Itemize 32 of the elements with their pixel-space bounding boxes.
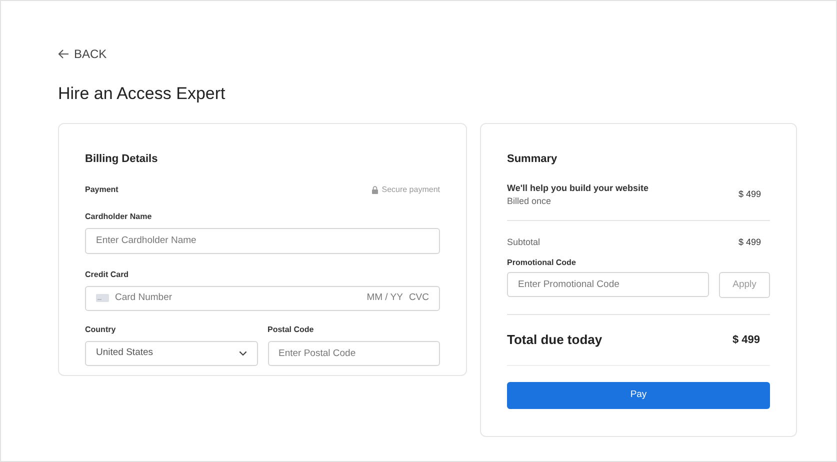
item-price: $ 499 [738,188,761,202]
card-number-input[interactable]: Card Number [115,290,367,306]
field-label: Payment [85,184,118,196]
field-label: Promotional Code [507,257,577,269]
item-name: We'll help you build your website [507,182,648,195]
card-icon [96,294,109,302]
lock-icon [372,186,378,194]
subtotal-value: $ 499 [738,236,761,248]
field-label: Credit Card [85,268,130,280]
back-arrow-icon [58,49,69,59]
subtotal-label: Subtotal [507,236,540,248]
total-label: Total due today [507,331,602,350]
chevron-down-icon [238,350,246,356]
page-title: Hire an Access Expert [58,83,226,105]
section-title: Billing Details [85,152,159,167]
secure-note: Secure payment [382,184,440,196]
pay-button[interactable]: Pay [507,382,770,409]
cvc-placeholder: CVC [408,290,429,305]
card-field[interactable]: Card Number MM / YY CVC [85,286,440,310]
expiry-placeholder: MM / YY [366,290,403,305]
field-label: Cardholder Name [85,210,153,222]
item-note: Billed once [507,195,552,208]
field-label: Postal Code [268,324,315,336]
apply-button[interactable]: Apply [719,272,770,298]
input-field[interactable]: Enter Cardholder Name [85,228,440,254]
back-link[interactable]: BACK [58,45,107,63]
section-title: Summary [507,152,558,167]
total-value: $ 499 [732,332,760,348]
input-field[interactable]: Enter Promotional Code [507,272,709,297]
country-select[interactable]: United States [85,340,258,366]
input-field[interactable]: Enter Postal Code [268,340,440,366]
field-label: Country [85,324,117,336]
